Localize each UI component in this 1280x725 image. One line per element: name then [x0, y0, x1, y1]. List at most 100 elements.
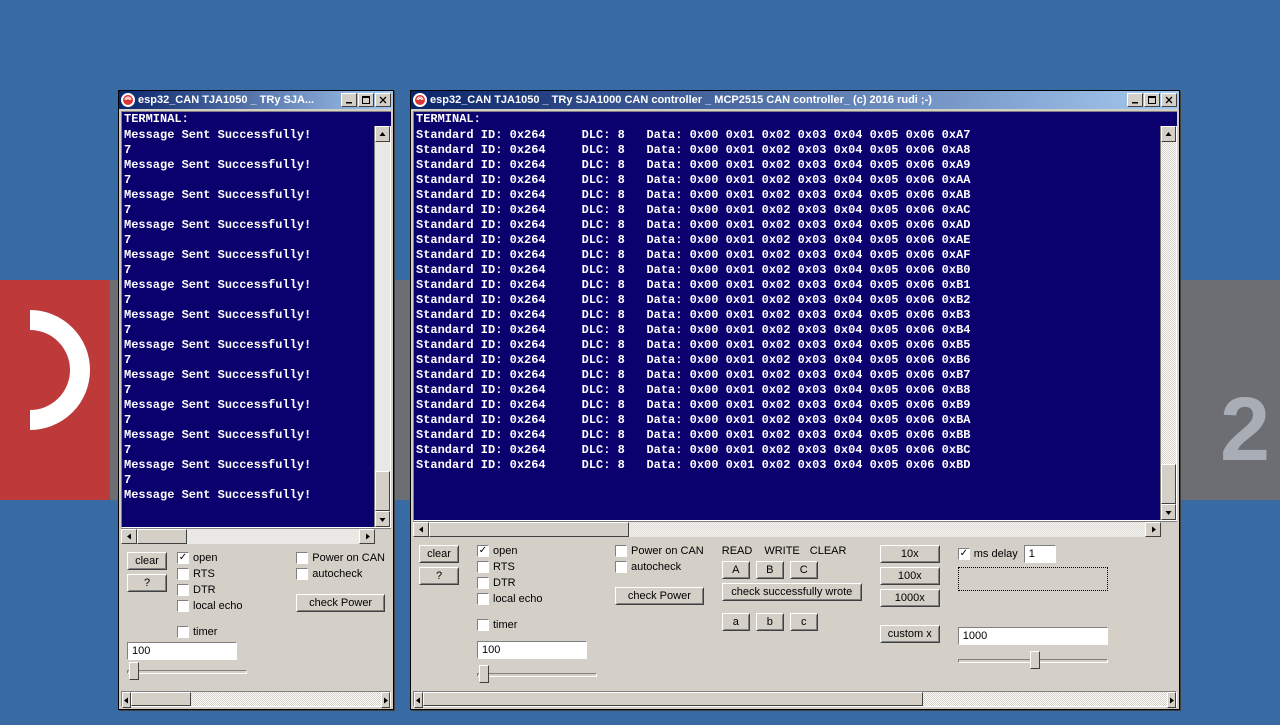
- slider-thumb[interactable]: [479, 665, 489, 683]
- scroll-right-button[interactable]: [359, 529, 375, 544]
- local-echo-checkbox[interactable]: local echo: [477, 593, 597, 605]
- bg-numeral: 2: [1220, 385, 1270, 475]
- scroll-track[interactable]: [131, 692, 381, 706]
- check-power-button[interactable]: check Power: [296, 594, 385, 612]
- maximize-button[interactable]: [1144, 93, 1160, 107]
- help-button[interactable]: ?: [127, 574, 167, 592]
- rts-label: RTS: [493, 561, 515, 573]
- dtr-checkbox[interactable]: DTR: [477, 577, 597, 589]
- check-successfully-wrote-button[interactable]: check successfully wrote: [722, 583, 862, 601]
- local-echo-checkbox[interactable]: local echo: [177, 600, 243, 612]
- scroll-left-button[interactable]: [122, 692, 131, 708]
- horizontal-scrollbar[interactable]: [121, 528, 391, 544]
- right-value-input[interactable]: [958, 627, 1108, 645]
- vertical-scrollbar[interactable]: [374, 126, 390, 527]
- B-button[interactable]: B: [756, 561, 784, 579]
- maximize-button[interactable]: [358, 93, 374, 107]
- left-value-input[interactable]: [127, 642, 237, 660]
- right-window-title: esp32_CAN TJA1050 _ TRy SJA1000 CAN cont…: [430, 94, 1127, 106]
- right-titlebar[interactable]: esp32_CAN TJA1050 _ TRy SJA1000 CAN cont…: [411, 91, 1179, 109]
- a-button[interactable]: a: [722, 613, 750, 631]
- scroll-thumb[interactable]: [423, 692, 923, 706]
- scroll-thumb[interactable]: [375, 471, 390, 511]
- scroll-track[interactable]: [423, 692, 1167, 706]
- dtr-checkbox[interactable]: DTR: [177, 584, 243, 596]
- scroll-thumb-h[interactable]: [137, 529, 187, 544]
- timer-checkbox[interactable]: timer: [177, 626, 243, 638]
- open-checkbox[interactable]: open: [177, 552, 243, 564]
- rts-checkbox[interactable]: RTS: [177, 568, 243, 580]
- clear-label: CLEAR: [810, 545, 847, 557]
- slider-thumb[interactable]: [129, 662, 139, 680]
- ms-delay-checkbox[interactable]: ms delay: [958, 548, 1018, 560]
- autocheck-checkbox[interactable]: autocheck: [615, 561, 704, 573]
- left-controls: clear ? open RTS DTR local echo timer Po…: [121, 544, 391, 642]
- b-button[interactable]: b: [756, 613, 784, 631]
- scroll-down-button[interactable]: [1161, 504, 1176, 520]
- slider-thumb[interactable]: [1030, 651, 1040, 669]
- help-button[interactable]: ?: [419, 567, 459, 585]
- left-bottom-scrollbar[interactable]: [121, 691, 391, 707]
- scroll-track[interactable]: [1161, 142, 1176, 504]
- scroll-right-button[interactable]: [381, 692, 390, 708]
- left-window-title: esp32_CAN TJA1050 _ TRy SJA...: [138, 94, 341, 106]
- x10-button[interactable]: 10x: [880, 545, 940, 563]
- scroll-right-button[interactable]: [1167, 692, 1176, 708]
- rts-checkbox[interactable]: RTS: [477, 561, 597, 573]
- autocheck-label: autocheck: [631, 561, 681, 573]
- write-label: WRITE: [764, 545, 799, 557]
- open-checkbox[interactable]: open: [477, 545, 597, 557]
- autocheck-checkbox[interactable]: autocheck: [296, 568, 385, 580]
- scroll-track-h[interactable]: [429, 522, 1145, 537]
- power-on-can-checkbox[interactable]: Power on CAN: [296, 552, 385, 564]
- right-terminal[interactable]: Standard ID: 0x264 DLC: 8 Data: 0x00 0x0…: [414, 126, 1160, 520]
- scroll-track-h[interactable]: [137, 529, 359, 544]
- open-label: open: [193, 552, 217, 564]
- scroll-right-button[interactable]: [1145, 522, 1161, 537]
- scroll-left-button[interactable]: [413, 522, 429, 537]
- close-button[interactable]: [1161, 93, 1177, 107]
- scroll-thumb[interactable]: [1161, 464, 1176, 504]
- power-on-can-checkbox[interactable]: Power on CAN: [615, 545, 704, 557]
- minimize-button[interactable]: [1127, 93, 1143, 107]
- ms-delay-input[interactable]: [1024, 545, 1056, 563]
- minimize-button[interactable]: [341, 93, 357, 107]
- C-button[interactable]: C: [790, 561, 818, 579]
- timer-checkbox[interactable]: timer: [477, 619, 597, 631]
- left-terminal[interactable]: Message Sent Successfully! 7 Message Sen…: [122, 126, 374, 527]
- scroll-left-button[interactable]: [121, 529, 137, 544]
- left-slider[interactable]: [127, 660, 247, 684]
- slider-track: [127, 670, 247, 674]
- scroll-up-button[interactable]: [375, 126, 390, 142]
- slider-track: [477, 673, 597, 677]
- scroll-left-button[interactable]: [414, 692, 423, 708]
- terminal-label: TERMINAL:: [413, 111, 1177, 126]
- horizontal-scrollbar[interactable]: [413, 521, 1177, 537]
- custom-x-button[interactable]: custom x: [880, 625, 940, 643]
- close-button[interactable]: [375, 93, 391, 107]
- c-button[interactable]: c: [790, 613, 818, 631]
- right-bottom-scrollbar[interactable]: [413, 691, 1177, 707]
- scroll-up-button[interactable]: [1161, 126, 1176, 142]
- right-slider-left[interactable]: [477, 663, 597, 687]
- A-button[interactable]: A: [722, 561, 750, 579]
- scroll-corner: [1161, 522, 1177, 537]
- x100-button[interactable]: 100x: [880, 567, 940, 585]
- right-terminal-wrap: Standard ID: 0x264 DLC: 8 Data: 0x00 0x0…: [413, 126, 1177, 521]
- scroll-corner: [375, 529, 391, 544]
- scroll-down-button[interactable]: [375, 511, 390, 527]
- check-power-button[interactable]: check Power: [615, 587, 704, 605]
- left-terminal-wrap: Message Sent Successfully! 7 Message Sen…: [121, 126, 391, 528]
- scroll-thumb-h[interactable]: [429, 522, 629, 537]
- local-echo-label: local echo: [493, 593, 543, 605]
- left-client: TERMINAL: Message Sent Successfully! 7 M…: [119, 109, 393, 709]
- clear-button[interactable]: clear: [419, 545, 459, 563]
- right-slider[interactable]: [958, 649, 1108, 673]
- clear-button[interactable]: clear: [127, 552, 167, 570]
- right-left-value-input[interactable]: [477, 641, 587, 659]
- left-titlebar[interactable]: esp32_CAN TJA1050 _ TRy SJA...: [119, 91, 393, 109]
- x1000-button[interactable]: 1000x: [880, 589, 940, 607]
- scroll-track[interactable]: [375, 142, 390, 511]
- scroll-thumb[interactable]: [131, 692, 191, 706]
- vertical-scrollbar[interactable]: [1160, 126, 1176, 520]
